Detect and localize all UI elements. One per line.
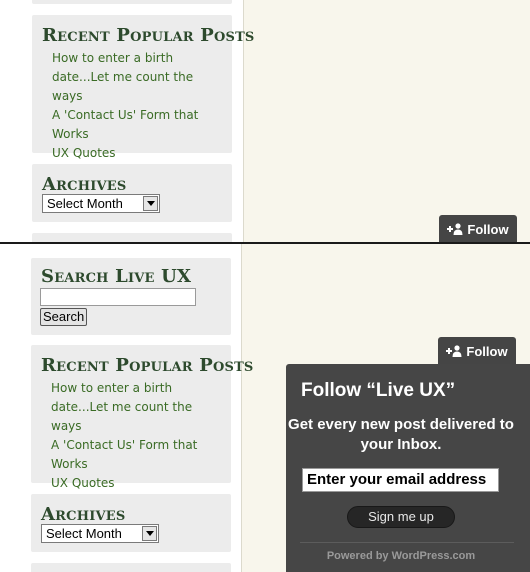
list-item: UX Quotes bbox=[51, 474, 226, 493]
recent-posts-widget: Recent Popular Posts How to enter a birt… bbox=[32, 15, 254, 160]
list-item: How to enter a birth date...Let me count… bbox=[51, 379, 226, 436]
widget-partial-top bbox=[32, 0, 232, 4]
recent-posts-title: Recent Popular Posts bbox=[42, 25, 255, 46]
post-link-ux-quotes[interactable]: UX Quotes bbox=[52, 144, 227, 163]
search-input[interactable] bbox=[40, 288, 196, 306]
archives-select-value: Select Month bbox=[46, 526, 122, 541]
dropdown-arrow-icon bbox=[142, 526, 157, 541]
search-widget: Search Live UX Search bbox=[31, 258, 231, 335]
content-area bbox=[243, 0, 530, 243]
archives-month-select[interactable]: Select Month bbox=[41, 524, 159, 543]
follow-button[interactable]: Follow bbox=[438, 337, 516, 365]
search-title: Search Live UX bbox=[41, 266, 192, 287]
powered-by-link[interactable]: Powered by WordPress.com bbox=[286, 550, 516, 562]
post-link-contact-form[interactable]: A 'Contact Us' Form that Works bbox=[51, 436, 226, 474]
archives-widget: Archives Select Month bbox=[31, 494, 231, 552]
person-add-icon bbox=[447, 223, 463, 235]
post-link-birth-date[interactable]: How to enter a birth date...Let me count… bbox=[51, 379, 226, 436]
sign-me-up-button[interactable]: Sign me up bbox=[347, 506, 455, 528]
follow-button-label: Follow bbox=[466, 343, 508, 359]
follow-button-label: Follow bbox=[467, 221, 509, 237]
search-button[interactable]: Search bbox=[40, 308, 88, 326]
widget-partial-bottom bbox=[31, 563, 231, 572]
follow-popup-title: Follow “Live UX” bbox=[301, 380, 456, 401]
archives-month-select[interactable]: Select Month bbox=[42, 194, 160, 213]
email-input[interactable]: Enter your email address bbox=[302, 468, 499, 492]
follow-popup-description: Get every new post delivered to your Inb… bbox=[288, 416, 514, 453]
person-add-icon bbox=[446, 345, 462, 357]
recent-posts-widget: Recent Popular Posts How to enter a birt… bbox=[31, 345, 253, 490]
top-screenshot-panel: Recent Popular Posts How to enter a birt… bbox=[0, 0, 530, 243]
list-item: UX Quotes bbox=[52, 144, 227, 163]
list-item: A 'Contact Us' Form that Works bbox=[52, 106, 227, 144]
post-link-contact-form[interactable]: A 'Contact Us' Form that Works bbox=[52, 106, 227, 144]
archives-select-value: Select Month bbox=[47, 196, 123, 211]
archives-title: Archives bbox=[41, 504, 126, 525]
bottom-screenshot-panel: Search Live UX Search Recent Popular Pos… bbox=[0, 244, 530, 572]
recent-posts-list: How to enter a birth date...Let me count… bbox=[51, 379, 226, 493]
post-link-birth-date[interactable]: How to enter a birth date...Let me count… bbox=[52, 49, 227, 106]
archives-widget: Archives Select Month bbox=[32, 164, 232, 222]
archives-title: Archives bbox=[42, 174, 127, 195]
dropdown-arrow-icon bbox=[143, 196, 158, 211]
recent-posts-title: Recent Popular Posts bbox=[41, 355, 254, 376]
post-link-ux-quotes[interactable]: UX Quotes bbox=[51, 474, 226, 493]
list-item: A 'Contact Us' Form that Works bbox=[51, 436, 226, 474]
list-item: How to enter a birth date...Let me count… bbox=[52, 49, 227, 106]
recent-posts-list: How to enter a birth date...Let me count… bbox=[52, 49, 227, 163]
follow-button[interactable]: Follow bbox=[439, 215, 517, 243]
popup-divider bbox=[300, 542, 514, 543]
follow-popup: Follow “Live UX” Get every new post deli… bbox=[286, 364, 530, 572]
